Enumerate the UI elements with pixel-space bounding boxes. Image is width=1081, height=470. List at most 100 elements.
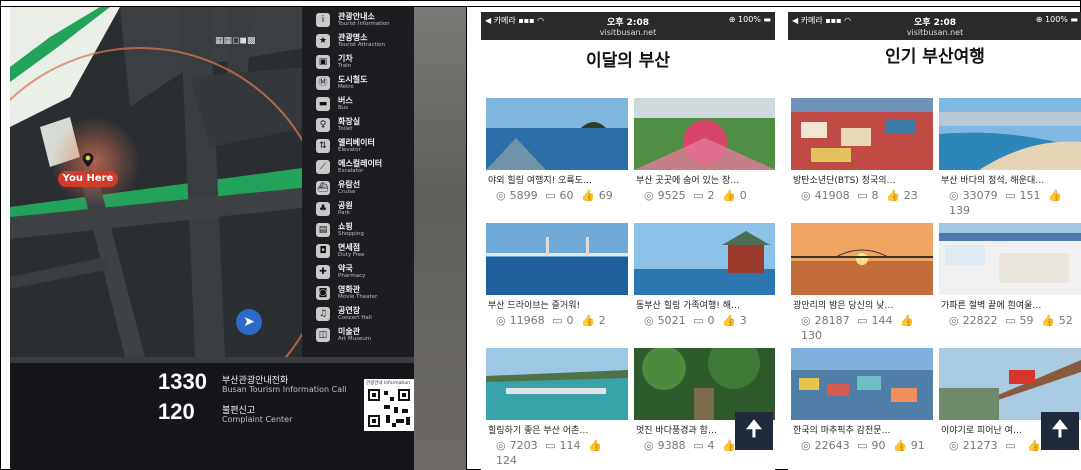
card-thumbnail[interactable]	[939, 223, 1081, 295]
card-title[interactable]: 힐링하기 좋은 부산 어촌…	[488, 423, 628, 436]
content-card[interactable]: 가파른 절벽 끝에 흰여울… ◎ 22822 ▭ 59 👍 52	[939, 223, 1081, 341]
card-thumbnail[interactable]	[486, 223, 628, 295]
status-bar: ◀ 카메라 ▪▪▪ ◠ 오후 2:08 ⊕ 100% ▬ visitbusan.…	[788, 12, 1081, 40]
likes-count: 0	[739, 189, 747, 202]
content-card[interactable]: 방탄소년단(BTS) 정국의… ◎ 41908 ▭ 8 👍 23	[791, 98, 933, 216]
legend-label-en: Cruise	[338, 189, 356, 195]
views-icon: ◎	[496, 314, 506, 327]
card-stats: ◎ 11968 ▭ 0 👍 2	[496, 313, 626, 328]
comments-count: 114	[559, 439, 581, 452]
movie-icon: ◙	[316, 286, 330, 300]
legend-label-en: Bus	[338, 105, 349, 111]
card-stats: ◎ 7203 ▭ 114 👍 124	[496, 438, 626, 468]
sign-bottom-panel	[10, 357, 414, 470]
views-icon: ◎	[496, 439, 506, 452]
card-thumbnail[interactable]	[486, 348, 628, 420]
call-sub: Busan Tourism Information Call	[222, 385, 347, 394]
scroll-to-top-button[interactable]: 🠉	[735, 412, 773, 450]
navigation-arrow-icon: ➤	[236, 309, 262, 335]
legend-label-en: Tourist Attraction	[338, 42, 386, 48]
content-card[interactable]: 동부산 힐링 가족여행! 해… ◎ 5021 ▭ 0 👍 3	[634, 223, 775, 341]
card-thumbnail[interactable]	[634, 348, 775, 420]
card-title[interactable]: 야외 힐링 여행지! 오륙도…	[488, 173, 628, 186]
card-title[interactable]: 부산 드라이브는 즐거워!	[488, 298, 628, 311]
card-stats: ◎ 22822 ▭ 59 👍 52	[949, 313, 1079, 328]
card-title[interactable]: 동부산 힐링 가족여행! 해…	[636, 298, 775, 311]
url-bar[interactable]: visitbusan.net	[788, 28, 1081, 37]
likes-count: 91	[910, 439, 925, 452]
legend-item: Ⓜ 도시철도 Metro	[316, 74, 412, 96]
card-thumbnail[interactable]	[634, 98, 775, 170]
legend-label-en: Shopping	[338, 231, 364, 237]
qr-code: 관광안내 Information	[364, 379, 414, 431]
legend-label-en: Train	[338, 63, 352, 69]
card-thumbnail[interactable]	[939, 348, 1081, 420]
park-icon: ♣	[316, 202, 330, 216]
card-thumbnail[interactable]	[634, 223, 775, 295]
views-count: 21273	[962, 439, 998, 452]
like-icon: 👍	[1048, 189, 1062, 202]
content-card[interactable]: 한국의 마추픽추 감천문… ◎ 22643 ▭ 90 👍 91	[791, 348, 933, 466]
content-card[interactable]: 광안리의 밤은 당신의 낮… ◎ 28187 ▭ 144 👍 130	[791, 223, 933, 342]
views-count: 9388	[657, 439, 686, 452]
views-count: 11968	[509, 314, 545, 327]
map-sign-photo: ▦▦◻◼▩ You Here ➤ i 관광안내소 Tourist Informati…	[10, 7, 466, 470]
card-stats: ◎ 22643 ▭ 90 👍 91	[801, 438, 931, 453]
train-icon: ▣	[316, 55, 330, 69]
content-card[interactable]: 부산 곳곳에 숨어 있는 장… ◎ 9525 ▭ 2 👍 0	[634, 98, 775, 216]
card-thumbnail[interactable]	[791, 223, 933, 295]
legend-item: ◙ 영화관 Movie Theater	[316, 284, 412, 306]
card-title[interactable]: 방탄소년단(BTS) 정국의…	[793, 173, 933, 186]
svg-text:▦▦◻◼▩: ▦▦◻◼▩	[215, 36, 255, 46]
card-title[interactable]: 부산 바다의 정석, 해운대…	[941, 173, 1081, 186]
views-count: 22822	[962, 314, 998, 327]
toilet-icon: ♀	[316, 118, 330, 132]
views-count: 28187	[814, 314, 850, 327]
legend-label-en: Park	[338, 210, 350, 216]
card-thumbnail[interactable]	[791, 348, 933, 420]
call-number: 1330	[158, 369, 207, 394]
card-thumbnail[interactable]	[791, 98, 933, 170]
you-here-label: You Here	[58, 171, 118, 187]
content-card[interactable]: 부산 드라이브는 즐거워! ◎ 11968 ▭ 0 👍 2	[486, 223, 628, 341]
comment-icon: ▭	[857, 439, 868, 452]
card-thumbnail[interactable]	[486, 98, 628, 170]
card-title[interactable]: 부산 곳곳에 숨어 있는 장…	[636, 173, 775, 186]
card-title[interactable]: 한국의 마추픽추 감천문…	[793, 423, 933, 436]
card-title[interactable]: 광안리의 밤은 당신의 낮…	[793, 298, 933, 311]
legend-label-en: Elevator	[338, 147, 361, 153]
panel-divider	[466, 6, 467, 470]
url-bar[interactable]: visitbusan.net	[481, 28, 775, 37]
content-card[interactable]: 야외 힐링 여행지! 오륙도… ◎ 5899 ▭ 60 👍 69	[486, 98, 628, 216]
escalator-icon: ⟋	[316, 160, 330, 174]
content-card[interactable]: 힐링하기 좋은 부산 어촌… ◎ 7203 ▭ 114 👍 124	[486, 348, 628, 468]
like-icon: 👍	[722, 439, 736, 452]
legend-item: ♣ 공원 Park	[316, 200, 412, 222]
likes-count: 3	[739, 314, 747, 327]
views-icon: ◎	[801, 314, 811, 327]
complaint-sub: Complaint Center	[222, 415, 293, 424]
card-thumbnail[interactable]	[939, 98, 1081, 170]
card-stats: ◎ 33079 ▭ 151 👍 139	[949, 188, 1079, 218]
like-icon: 👍	[893, 439, 907, 452]
location-pin-icon	[82, 153, 94, 167]
views-count: 41908	[814, 189, 850, 202]
likes-count: 23	[903, 189, 918, 202]
views-icon: ◎	[496, 189, 506, 202]
views-icon: ◎	[644, 189, 654, 202]
comments-count: 0	[566, 314, 574, 327]
content-card[interactable]: 부산 바다의 정석, 해운대… ◎ 33079 ▭ 151 👍 139	[939, 98, 1081, 218]
views-icon: ◎	[949, 189, 959, 202]
legend-label-en: Tourist Information	[338, 21, 390, 27]
comments-count: 151	[1019, 189, 1041, 202]
pharmacy-icon: ✚	[316, 265, 330, 279]
legend-label-en: Toilet	[338, 126, 353, 132]
like-icon: 👍	[900, 314, 914, 327]
duty-free-icon: ◘	[316, 244, 330, 258]
comment-icon: ▭	[693, 439, 704, 452]
views-icon: ◎	[801, 189, 811, 202]
legend-item: ✚ 약국 Pharmacy	[316, 263, 412, 285]
card-title[interactable]: 가파른 절벽 끝에 흰여울…	[941, 298, 1081, 311]
scroll-to-top-button[interactable]: 🠉	[1041, 412, 1079, 450]
legend-item: ▬ 버스 Bus	[316, 95, 412, 117]
